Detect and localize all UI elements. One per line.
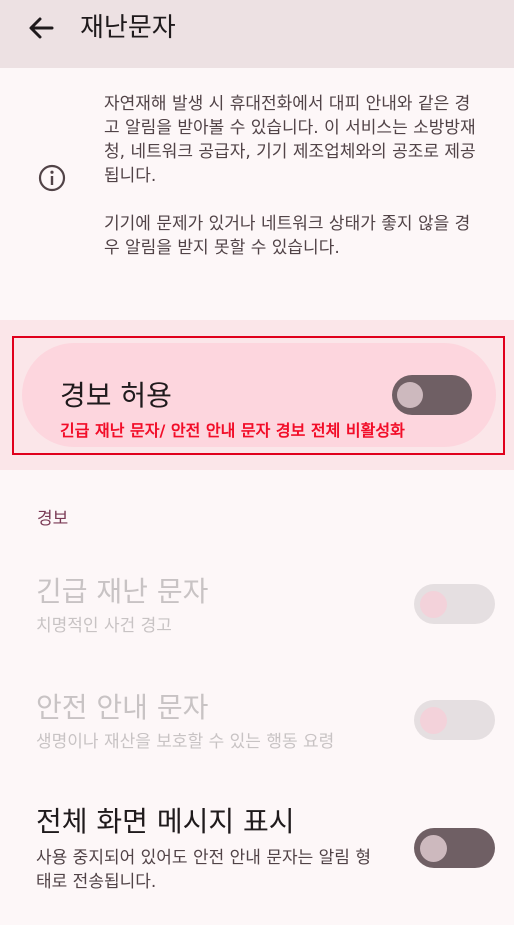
- toggle-knob: [420, 835, 447, 862]
- full-screen-message-title[interactable]: 전체 화면 메시지 표시: [36, 804, 295, 840]
- annotation-highlight-box: [12, 336, 505, 455]
- info-paragraph-2: 기기에 문제가 있거나 네트워크 상태가 좋지 않을 경우 알림을 받지 못할 …: [104, 214, 471, 258]
- toggle-knob: [420, 591, 447, 618]
- full-screen-message-subtitle: 사용 중지되어 있어도 안전 안내 문자는 알림 형태로 전송됩니다.: [36, 848, 371, 892]
- emergency-alert-toggle[interactable]: [414, 584, 495, 624]
- emergency-alert-title[interactable]: 긴급 재난 문자: [36, 574, 208, 610]
- page-title: 재난문자: [80, 13, 176, 43]
- full-screen-message-toggle[interactable]: [414, 828, 495, 868]
- info-icon: [37, 163, 67, 197]
- back-arrow-icon[interactable]: [22, 12, 62, 44]
- emergency-alert-subtitle: 치명적인 사건 경고: [36, 616, 172, 636]
- section-header-alerts: 경보: [37, 509, 69, 529]
- info-description: 자연재해 발생 시 휴대전화에서 대피 안내와 같은 경고 알림을 받아볼 수 …: [104, 92, 484, 260]
- app-bar: 재난문자: [0, 0, 514, 68]
- safety-alert-subtitle: 생명이나 재산을 보호할 수 있는 행동 요령: [36, 732, 335, 752]
- info-paragraph-1: 자연재해 발생 시 휴대전화에서 대피 안내와 같은 경고 알림을 받아볼 수 …: [104, 94, 476, 186]
- toggle-knob: [420, 707, 447, 734]
- safety-alert-title[interactable]: 안전 안내 문자: [36, 690, 208, 726]
- safety-alert-toggle[interactable]: [414, 700, 495, 740]
